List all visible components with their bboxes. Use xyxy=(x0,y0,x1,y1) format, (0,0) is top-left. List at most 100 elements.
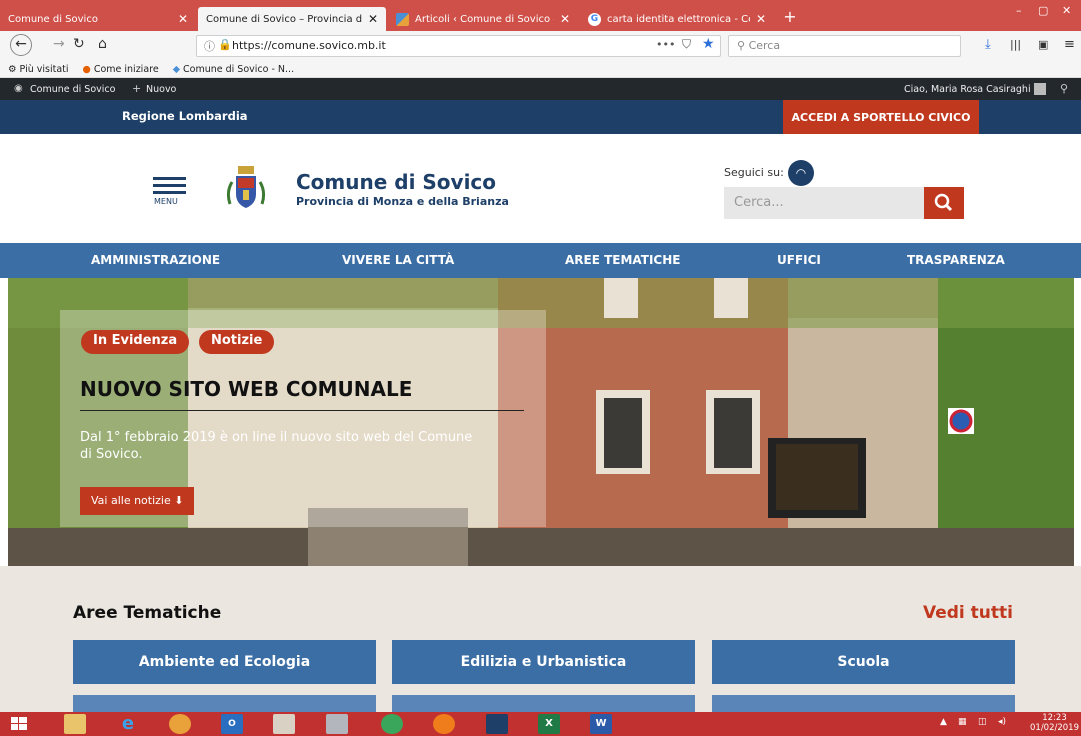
news-button[interactable]: Vai alle notizie ⬇ xyxy=(80,487,195,515)
app-window-icon[interactable] xyxy=(486,714,508,734)
tab-title: Comune di Sovico – Provincia di M xyxy=(206,13,362,25)
site-search-button[interactable] xyxy=(924,187,964,219)
arrow-down-icon: ⬇ xyxy=(174,494,184,507)
hamburger-menu-icon[interactable]: ≡ xyxy=(1064,37,1075,52)
clock-date: 01/02/2019 xyxy=(1030,723,1079,733)
excel-icon[interactable]: X xyxy=(538,714,560,734)
firefox-icon[interactable] xyxy=(433,714,455,734)
google-favicon-icon: G xyxy=(588,12,601,26)
internet-explorer-icon[interactable]: e xyxy=(117,714,139,734)
see-all-link[interactable]: Vedi tutti xyxy=(923,603,1013,623)
lock-icon: 🔒 xyxy=(218,38,232,51)
adminbar-new-link[interactable]: Nuovo xyxy=(146,84,176,95)
snipping-tool-icon[interactable] xyxy=(273,714,295,734)
bookmark-item[interactable]: ⚙ Più visitati xyxy=(8,64,69,75)
word-icon[interactable]: W xyxy=(590,714,612,734)
tab-title: carta identita elettronica - Cen xyxy=(607,13,750,25)
tag-in-evidenza[interactable]: In Evidenza xyxy=(81,330,190,354)
maximize-icon[interactable]: ▢ xyxy=(1038,4,1048,17)
tag-notizie[interactable]: Notizie xyxy=(199,330,275,354)
nav-item-vivere-la-citta[interactable]: VIVERE LA CITTÀ xyxy=(342,253,454,267)
area-button-ambiente[interactable]: Ambiente ed Ecologia xyxy=(73,640,376,684)
volume-icon[interactable]: ◂) xyxy=(998,717,1006,727)
news-button-label: Vai alle notizie xyxy=(91,494,171,507)
wordpress-favicon-icon xyxy=(396,12,409,26)
chrome-icon[interactable] xyxy=(169,714,191,734)
municipal-crest-icon xyxy=(226,166,266,208)
hero-title[interactable]: NUOVO SITO WEB COMUNALE xyxy=(80,377,412,401)
plus-icon: + xyxy=(132,82,142,95)
site-title[interactable]: Comune di Sovico xyxy=(296,170,496,194)
minimize-icon[interactable]: – xyxy=(1016,4,1022,17)
library-icon[interactable]: ||| xyxy=(1010,38,1021,51)
dashboard-icon[interactable]: ◉ xyxy=(14,83,23,94)
clock-time: 12:23 xyxy=(1042,713,1067,723)
tab-title: Comune di Sovico xyxy=(8,13,98,25)
bookmark-item[interactable]: ◆ Comune di Sovico - N... xyxy=(173,64,294,75)
browser-search-input[interactable]: ⚲ Cerca xyxy=(728,35,961,57)
reload-icon[interactable]: ↻ xyxy=(73,36,85,52)
browser-tab-active[interactable]: Comune di Sovico – Provincia di M ✕ xyxy=(198,7,386,31)
search-placeholder: Cerca xyxy=(748,39,781,52)
search-icon xyxy=(934,193,953,212)
back-arrow-icon[interactable]: ← xyxy=(10,34,32,56)
menu-bar-line xyxy=(153,177,186,180)
area-button-edilizia[interactable]: Edilizia e Urbanistica xyxy=(392,640,695,684)
adminbar-site-link[interactable]: Comune di Sovico xyxy=(30,84,115,95)
bookmarks-bar: ⚙ Più visitati ● Come iniziare ◆ Comune … xyxy=(0,61,1081,78)
menu-button[interactable]: MENU xyxy=(154,197,178,206)
menu-bar-line xyxy=(153,191,186,194)
url-text: https://comune.sovico.mb.it xyxy=(232,39,386,52)
home-icon[interactable]: ⌂ xyxy=(98,36,107,52)
close-icon[interactable]: ✕ xyxy=(368,12,378,26)
bookmark-star-icon[interactable]: ★ xyxy=(702,36,715,52)
close-icon[interactable]: ✕ xyxy=(178,12,188,26)
follow-label: Seguici su: xyxy=(724,166,784,179)
file-explorer-icon[interactable] xyxy=(64,714,86,734)
keyboard-icon[interactable]: ▦ xyxy=(958,717,967,727)
bookmark-item[interactable]: ● Come iniziare xyxy=(83,64,159,75)
hero-divider xyxy=(80,410,524,411)
pocket-icon[interactable]: ⛉ xyxy=(682,37,691,52)
windows-start-icon[interactable] xyxy=(8,714,30,734)
hero-text: Dal 1° febbraio 2019 è on line il nuovo … xyxy=(80,430,473,462)
window-close-icon[interactable]: ✕ xyxy=(1062,4,1071,17)
close-icon[interactable]: ✕ xyxy=(560,12,570,26)
tab-title: Articoli ‹ Comune di Sovico — xyxy=(415,13,554,25)
browser-tab[interactable]: G carta identita elettronica - Cen ✕ xyxy=(580,7,774,31)
browser-tab[interactable]: Comune di Sovico ✕ xyxy=(0,7,196,31)
nav-item-amministrazione[interactable]: AMMINISTRAZIONE xyxy=(91,253,220,267)
menu-bar-line xyxy=(153,184,186,187)
new-tab-icon[interactable]: + xyxy=(778,7,802,26)
forward-arrow-icon[interactable]: → xyxy=(53,36,65,52)
network-icon[interactable]: ◫ xyxy=(978,717,987,727)
avatar[interactable] xyxy=(1034,83,1046,95)
nav-item-aree-tematiche[interactable]: AREE TEMATICHE xyxy=(565,253,680,267)
gear-icon: ⚙ xyxy=(8,63,20,75)
outlook-icon[interactable]: O xyxy=(221,714,243,734)
browser-tab[interactable]: Articoli ‹ Comune di Sovico — ✕ xyxy=(388,7,578,31)
rss-icon[interactable]: ◠ xyxy=(788,160,814,186)
download-icon[interactable]: ⤓ xyxy=(985,37,991,52)
nav-item-trasparenza[interactable]: TRASPARENZA xyxy=(907,253,1005,267)
site-search-input[interactable]: Cerca... xyxy=(724,187,924,219)
section-title: Aree Tematiche xyxy=(73,603,222,623)
page-actions-icon[interactable]: ••• xyxy=(656,38,675,51)
region-link[interactable]: Regione Lombardia xyxy=(122,109,248,123)
adminbar-search-icon[interactable]: ⚲ xyxy=(1060,82,1068,95)
adminbar-user-greeting[interactable]: Ciao, Maria Rosa Casiraghi xyxy=(904,84,1031,95)
nav-item-uffici[interactable]: UFFICI xyxy=(777,253,821,267)
info-icon[interactable]: ⓘ xyxy=(204,38,215,54)
sportello-civico-button[interactable]: ACCEDI A SPORTELLO CIVICO xyxy=(783,100,979,134)
firefox-icon: ● xyxy=(82,63,94,75)
sidebar-icon[interactable]: ▣ xyxy=(1038,38,1048,51)
close-icon[interactable]: ✕ xyxy=(756,12,766,26)
taskbar-clock[interactable]: 12:23 01/02/2019 xyxy=(1030,713,1079,733)
search-icon: ⚲ xyxy=(737,39,749,52)
calculator-icon[interactable] xyxy=(326,714,348,734)
tray-expand-icon[interactable]: ▲ xyxy=(940,717,947,727)
app-icon[interactable] xyxy=(381,714,403,734)
area-button-scuola[interactable]: Scuola xyxy=(712,640,1015,684)
site-subtitle: Provincia di Monza e della Brianza xyxy=(296,195,509,208)
aree-tematiche-section xyxy=(0,566,1081,712)
